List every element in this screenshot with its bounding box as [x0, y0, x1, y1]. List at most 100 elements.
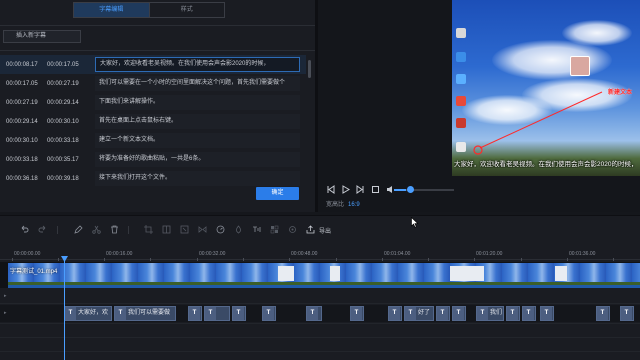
- subtitle-clip[interactable]: T: [188, 306, 202, 321]
- subtitle-clip[interactable]: T 我们: [476, 306, 504, 321]
- overlay-track[interactable]: [0, 291, 640, 304]
- pencil-icon[interactable]: [74, 225, 83, 234]
- split-icon[interactable]: [162, 225, 171, 234]
- subtitle-clip[interactable]: T: [452, 306, 466, 321]
- start-time[interactable]: 00:00:29.14: [0, 119, 47, 125]
- subtitle-clip[interactable]: T: [522, 306, 536, 321]
- playback-progress-bar[interactable]: [394, 189, 454, 191]
- speed-icon[interactable]: [216, 225, 225, 234]
- ruler-tick: [613, 258, 614, 261]
- subtitle-clip[interactable]: T: [620, 306, 634, 321]
- ruler-tick: [197, 258, 198, 261]
- list-scrollbar[interactable]: [308, 60, 311, 78]
- timeline-ruler[interactable]: [0, 248, 640, 260]
- text-clip-icon: T: [621, 307, 632, 320]
- tab-subtitle-edit[interactable]: 字幕编辑: [74, 3, 150, 17]
- ruler-label: 00:00:32.00: [199, 251, 226, 257]
- mirror-icon[interactable]: [198, 225, 207, 234]
- video-preview[interactable]: 新建文本 大家好，欢迎收看老吴视频。在我们使用会声会影2020的时候，: [452, 0, 640, 176]
- end-time[interactable]: 00:00:17.05: [47, 62, 95, 68]
- play-icon[interactable]: [341, 184, 350, 194]
- audio-track[interactable]: [0, 324, 640, 360]
- subtitle-text-field[interactable]: 我们可以需要在一个小时的空间里面解决这个问题，首先我们需要做个: [95, 76, 300, 91]
- subtitle-text-field[interactable]: 将要为准备好的歌曲粘贴，一共是6条。: [95, 152, 300, 167]
- end-time[interactable]: 00:00:35.17: [47, 157, 95, 163]
- start-time[interactable]: 00:00:36.18: [0, 176, 47, 182]
- insert-subtitle-button[interactable]: 插入新字幕: [3, 30, 81, 43]
- start-time[interactable]: 00:00:30.10: [0, 138, 47, 144]
- export-label[interactable]: 导出: [319, 226, 331, 235]
- subtitle-clip[interactable]: T 我们可以需要做: [114, 306, 176, 321]
- next-frame-icon[interactable]: [356, 184, 365, 194]
- previous-frame-icon[interactable]: [326, 184, 335, 194]
- mosaic-icon[interactable]: [270, 225, 279, 234]
- subtitle-clip[interactable]: T: [596, 306, 610, 321]
- subtitle-clip[interactable]: T: [436, 306, 450, 321]
- aspect-ratio-value[interactable]: 16:9: [348, 202, 360, 208]
- subtitle-text-field[interactable]: 接下来我们打开这个文件。: [95, 171, 300, 186]
- subtitle-row[interactable]: 00:00:33.18 00:00:35.17 将要为准备好的歌曲粘贴，一共是6…: [0, 150, 306, 169]
- stop-icon[interactable]: [371, 185, 380, 194]
- subtitle-clip[interactable]: T 大家好，欢: [64, 306, 112, 321]
- subtitle-text-field[interactable]: 建立一个新文本文档。: [95, 133, 300, 148]
- subtitle-clip[interactable]: T 好了: [404, 306, 434, 321]
- ruler-tick: [243, 258, 244, 261]
- ruler-tick: [567, 258, 568, 261]
- end-time[interactable]: 00:00:33.18: [47, 138, 95, 144]
- aspect-ratio[interactable]: 宽高比 16:9: [326, 199, 360, 208]
- subtitle-clip[interactable]: T: [388, 306, 402, 321]
- divider: [0, 50, 315, 51]
- end-time[interactable]: 00:00:27.19: [47, 81, 95, 87]
- start-time[interactable]: 00:00:27.19: [0, 100, 47, 106]
- text-clip-icon: T: [477, 307, 488, 320]
- start-time[interactable]: 00:00:17.05: [0, 81, 47, 87]
- subtitle-text-field[interactable]: 首先在桌面上点击鼠标右键。: [95, 114, 300, 129]
- subtitle-row[interactable]: 00:00:30.10 00:00:33.18 建立一个新文本文档。: [0, 131, 306, 150]
- subtitle-clip[interactable]: T: [506, 306, 520, 321]
- export-icon[interactable]: [306, 225, 315, 234]
- start-time[interactable]: 00:00:33.18: [0, 157, 47, 163]
- freeze-frame-icon[interactable]: [180, 225, 189, 234]
- clip-name: 字幕测试_01.mp4: [10, 269, 58, 275]
- redo-icon[interactable]: [38, 225, 47, 234]
- subtitle-row[interactable]: 00:00:27.19 00:00:29.14 下面我们来讲解操作。: [0, 93, 306, 112]
- subtitle-row[interactable]: 00:00:36.18 00:00:39.18 接下来我们打开这个文件。: [0, 169, 306, 188]
- end-time[interactable]: 00:00:30.10: [47, 119, 95, 125]
- subtitle-clip[interactable]: T: [262, 306, 276, 321]
- tab-style[interactable]: 样式: [150, 3, 225, 17]
- subtitle-clip[interactable]: T: [540, 306, 554, 321]
- subtitle-row[interactable]: 00:00:17.05 00:00:27.19 我们可以需要在一个小时的空间里面…: [0, 74, 306, 93]
- undo-icon[interactable]: [20, 225, 29, 234]
- subtitle-row[interactable]: 00:00:08.17 00:00:17.05 大家好，欢迎收看老吴视频。在我们…: [0, 55, 306, 74]
- end-time[interactable]: 00:00:29.14: [47, 100, 95, 106]
- clip-thumbnail: [330, 266, 340, 281]
- subtitle-row[interactable]: 00:00:29.14 00:00:30.10 首先在桌面上点击鼠标右键。: [0, 112, 306, 131]
- divider: [0, 323, 640, 324]
- subtitle-text-field[interactable]: 下面我们来讲解操作。: [95, 95, 300, 110]
- ruler-tick: [289, 258, 290, 261]
- clip-thumbnail: [555, 266, 567, 281]
- text-clip-icon: T: [541, 307, 552, 320]
- color-icon[interactable]: [234, 225, 243, 234]
- text-clip-icon: T: [389, 307, 400, 320]
- subtitle-clip[interactable]: T: [306, 306, 322, 321]
- crop-icon[interactable]: [144, 225, 153, 234]
- delete-icon[interactable]: [110, 225, 119, 234]
- confirm-button[interactable]: 确定: [256, 187, 299, 200]
- text-clip-icon: T: [437, 307, 448, 320]
- subtitle-clip[interactable]: T: [204, 306, 230, 321]
- text-clip-icon: T: [233, 307, 244, 320]
- playhead[interactable]: [64, 256, 65, 360]
- progress-handle[interactable]: [407, 186, 414, 193]
- start-time[interactable]: 00:00:08.17: [0, 62, 47, 68]
- subtitle-text-field[interactable]: 大家好，欢迎收看老吴视频。在我们使用会声会影2020的时候，: [95, 57, 300, 72]
- text-to-speech-icon[interactable]: [252, 225, 261, 234]
- video-clip[interactable]: [8, 263, 640, 287]
- scissors-icon[interactable]: [92, 225, 101, 234]
- record-icon[interactable]: [288, 225, 297, 234]
- subtitle-clip[interactable]: T: [232, 306, 246, 321]
- subtitle-clip[interactable]: T: [350, 306, 364, 321]
- ruler-tick: [12, 258, 13, 261]
- end-time[interactable]: 00:00:39.18: [47, 176, 95, 182]
- ruler-tick: [336, 258, 337, 261]
